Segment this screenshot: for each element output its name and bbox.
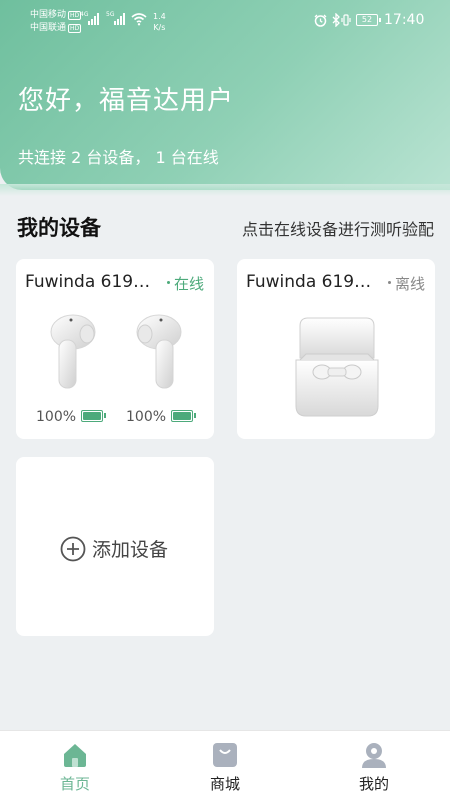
tab-profile-label: 我的 bbox=[358, 775, 389, 793]
right-earbud-image bbox=[136, 314, 182, 389]
hearing-test-hint[interactable]: 点击在线设备进行测听验配 bbox=[242, 216, 434, 240]
carrier-info: 中国移动 HD 中国联通 HD bbox=[30, 9, 82, 35]
battery-icon bbox=[81, 410, 106, 422]
tab-home-label: 首页 bbox=[59, 775, 90, 793]
right-battery-percent: 100% bbox=[126, 409, 167, 425]
status-dot-icon bbox=[387, 281, 391, 284]
device-status-label: 离线 bbox=[394, 275, 425, 293]
left-battery-percent: 100% bbox=[36, 409, 77, 425]
speed-unit: K/s bbox=[153, 23, 166, 32]
device-status-badge: 离线 bbox=[387, 273, 425, 294]
left-earbud-image bbox=[50, 314, 96, 389]
carrier-2-label: 中国联通 bbox=[30, 23, 67, 33]
bluetooth-icon bbox=[332, 13, 340, 27]
signal-icon bbox=[88, 13, 99, 25]
add-device-label: 添加设备 bbox=[92, 539, 169, 561]
status-dot-icon bbox=[166, 281, 170, 284]
status-bar: 中国移动 HD 中国联通 HD 4G 5G 1.4 K/s 52 17:40 bbox=[0, 0, 450, 40]
device-status-label: 在线 bbox=[173, 275, 204, 293]
add-device-card[interactable]: 添加设备 bbox=[16, 457, 214, 636]
wifi-icon bbox=[131, 13, 147, 26]
device-card-online[interactable]: Fuwinda 619… 在线 100% 100% bbox=[16, 259, 214, 439]
clock: 17:40 bbox=[384, 12, 425, 28]
person-icon bbox=[362, 743, 386, 768]
battery-status-icon: 52 bbox=[356, 14, 381, 26]
section-title: 我的设备 bbox=[17, 216, 101, 240]
plus-circle-icon bbox=[60, 536, 86, 561]
signal-icon bbox=[114, 13, 125, 25]
tab-home[interactable]: 首页 bbox=[15, 731, 135, 800]
shopping-bag-icon bbox=[213, 743, 237, 767]
device-name: Fuwinda 619… bbox=[246, 272, 372, 292]
vibrate-icon bbox=[341, 14, 351, 26]
device-status-badge: 在线 bbox=[166, 273, 204, 294]
tab-profile[interactable]: 我的 bbox=[314, 731, 434, 800]
bottom-tab-bar: 首页 商城 我的 bbox=[0, 730, 450, 800]
alarm-icon bbox=[314, 14, 327, 27]
greeting-title: 您好，福音达用户 bbox=[18, 86, 235, 116]
battery-icon bbox=[171, 410, 196, 422]
add-device-button[interactable]: 添加设备 bbox=[60, 535, 168, 562]
network-speed: 1.4 K/s bbox=[153, 11, 166, 33]
charging-case-image bbox=[295, 317, 379, 417]
device-name: Fuwinda 619… bbox=[25, 272, 151, 292]
carrier-1-label: 中国移动 bbox=[30, 10, 67, 20]
tab-mall-label: 商城 bbox=[209, 775, 240, 793]
tab-mall[interactable]: 商城 bbox=[165, 731, 285, 800]
home-icon bbox=[64, 744, 86, 767]
device-card-offline[interactable]: Fuwinda 619… 离线 bbox=[237, 259, 435, 439]
hd-tag: HD bbox=[68, 24, 82, 33]
speed-value: 1.4 bbox=[153, 12, 166, 21]
connection-summary: 共连接 2 台设备， 1 台在线 bbox=[18, 148, 219, 167]
